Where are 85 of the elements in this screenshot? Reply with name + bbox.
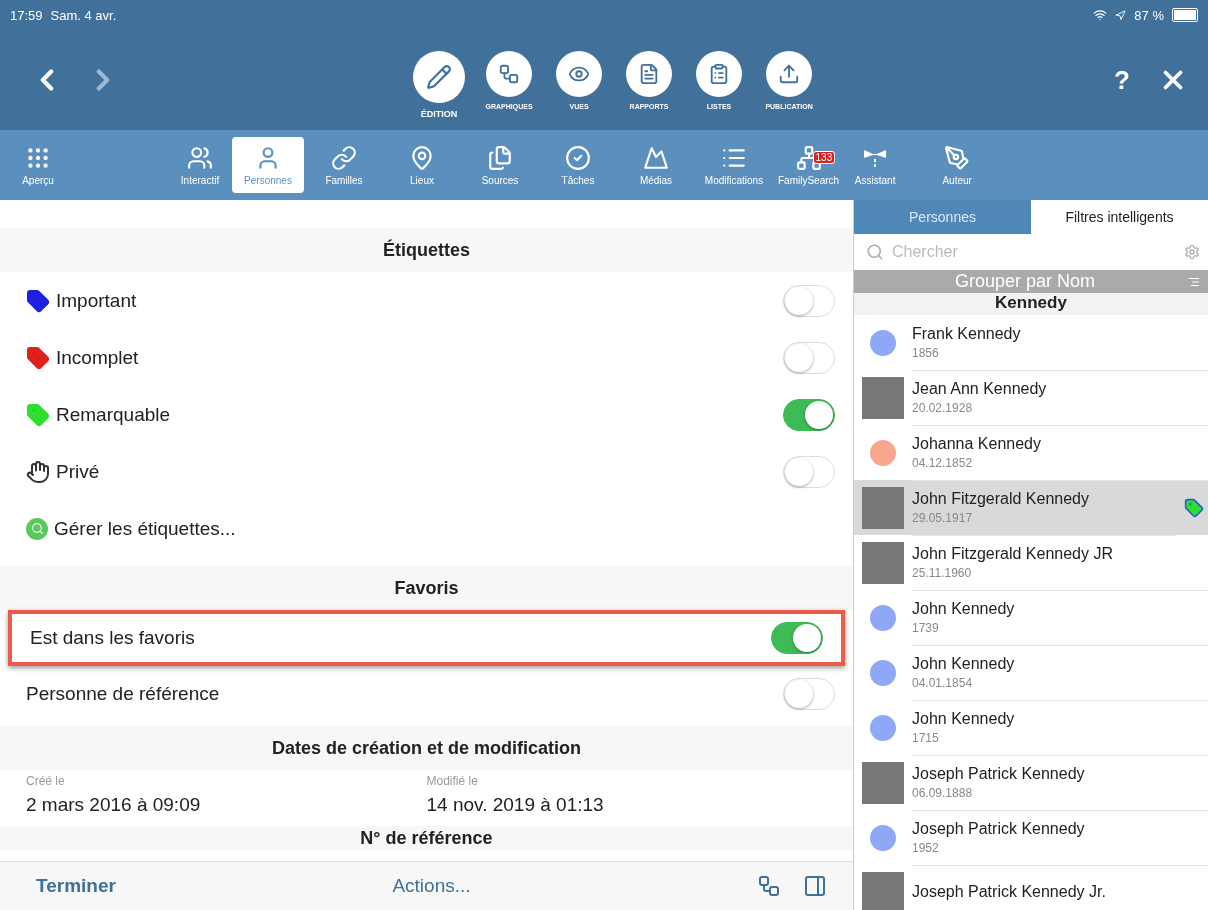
toolbar-tab[interactable]: Assistant xyxy=(845,137,906,193)
pencil-icon xyxy=(426,64,453,90)
photo-placeholder xyxy=(862,541,904,584)
person-name: John Kennedy xyxy=(912,654,1016,673)
person-name: John Kennedy xyxy=(912,709,1016,728)
search-icon xyxy=(866,243,884,261)
photo-placeholder xyxy=(862,761,904,804)
row-label: Privé xyxy=(56,460,101,483)
toolbar-tab[interactable]: Aperçu xyxy=(8,137,68,193)
hand-icon xyxy=(26,459,50,484)
photo-placeholder xyxy=(862,376,904,419)
chart-icon xyxy=(498,63,521,85)
toolbar-tab[interactable]: Familles xyxy=(306,137,382,193)
person-date: 1952 xyxy=(912,840,940,855)
help-button[interactable]: ? xyxy=(1108,63,1136,97)
battery-icon xyxy=(1172,8,1198,22)
person-date: 25.11.1960 xyxy=(912,565,973,580)
manage-tags-link[interactable]: Gérer les étiquettes... xyxy=(54,517,236,540)
toolbar-tab[interactable]: Interactif xyxy=(170,137,230,193)
person-name: John Fitzgerald Kennedy JR xyxy=(912,544,1114,563)
person-date: 1856 xyxy=(912,345,940,360)
toolbar-tab[interactable]: Médias xyxy=(618,137,694,193)
done-button[interactable]: Terminer xyxy=(36,875,116,897)
person-date: 06.09.1888 xyxy=(912,785,974,800)
person-row[interactable]: John Fitzgerald Kennedy 29.05.1917 xyxy=(854,480,1208,535)
person-date: 1715 xyxy=(912,730,940,745)
person-name: John Fitzgerald Kennedy xyxy=(912,489,1090,508)
row-label: Remarquable xyxy=(56,403,172,426)
person-name: John Kennedy xyxy=(912,599,1016,618)
section-header: Kennedy xyxy=(854,293,1208,315)
battery-percent: 87 % xyxy=(1134,7,1164,23)
person-name: Johanna Kennedy xyxy=(912,434,1042,453)
person-date: 29.05.1917 xyxy=(912,510,974,525)
row-label: Est dans les favoris xyxy=(30,627,196,649)
row-label: Incomplet xyxy=(56,346,140,369)
photo-placeholder xyxy=(862,486,904,529)
section-header: N° de référence xyxy=(0,826,853,850)
toolbar-tab[interactable]: 133 FamilySearch xyxy=(774,137,844,193)
toolbar-tab[interactable]: Personnes xyxy=(232,137,304,193)
person-date: 04.12.1852 xyxy=(912,455,974,470)
upload-icon xyxy=(778,63,801,85)
section-header: Étiquettes xyxy=(0,228,853,272)
status-time: 17:59 xyxy=(10,7,43,23)
list-icon xyxy=(1188,275,1200,288)
actions-button[interactable]: Actions... xyxy=(392,875,471,897)
field-value: 14 nov. 2019 à 01:13 xyxy=(426,794,605,816)
status-date: Sam. 4 avr. xyxy=(50,7,117,23)
rings-icon xyxy=(331,144,357,171)
field-label: Créé le xyxy=(26,774,66,788)
person-date: 20.02.1928 xyxy=(912,400,974,415)
person-date: 04.01.1854 xyxy=(912,675,974,690)
toolbar-tab[interactable]: Lieux xyxy=(384,137,460,193)
check-circle-icon xyxy=(565,144,591,171)
person-name: Joseph Patrick Kennedy Jr. xyxy=(912,883,1107,901)
count-badge: 133 xyxy=(812,151,836,164)
sidebar-icon[interactable] xyxy=(803,874,827,898)
field-value: 2 mars 2016 à 09:09 xyxy=(26,794,202,816)
documents-icon xyxy=(487,144,513,171)
toolbar-tab[interactable]: Sources xyxy=(462,137,538,193)
toggle-switch[interactable] xyxy=(783,398,835,431)
people-icon xyxy=(187,144,213,171)
wifi-icon xyxy=(1093,8,1108,22)
person-date: 1739 xyxy=(912,620,940,635)
toggle-switch[interactable] xyxy=(771,622,823,654)
settings-icon[interactable] xyxy=(1184,244,1200,260)
section-header: Dates de création et de modification xyxy=(0,726,853,770)
row-label: Important xyxy=(56,289,138,312)
tab[interactable]: Personnes xyxy=(854,200,1031,234)
person-name: Joseph Patrick Kennedy xyxy=(912,764,1086,783)
photo-placeholder xyxy=(862,871,904,910)
location-icon xyxy=(1115,9,1127,21)
pen-icon xyxy=(944,144,971,171)
section-header: Favoris xyxy=(0,566,853,610)
chart-icon[interactable] xyxy=(757,874,781,898)
mountain-icon xyxy=(643,144,669,171)
toolbar-tab[interactable]: Modifications xyxy=(696,137,772,193)
pin-icon xyxy=(409,144,435,171)
person-name: Jean Ann Kennedy xyxy=(912,379,1048,398)
field-label: Modifié le xyxy=(426,774,479,788)
person-name: Joseph Patrick Kennedy xyxy=(912,819,1086,838)
row-label: Personne de référence xyxy=(26,683,221,705)
toolbar-tab[interactable]: Auteur xyxy=(927,137,988,193)
search-icon xyxy=(26,517,48,540)
toolbar-tab[interactable]: Tâches xyxy=(540,137,616,193)
person-name: Frank Kennedy xyxy=(912,324,1022,343)
